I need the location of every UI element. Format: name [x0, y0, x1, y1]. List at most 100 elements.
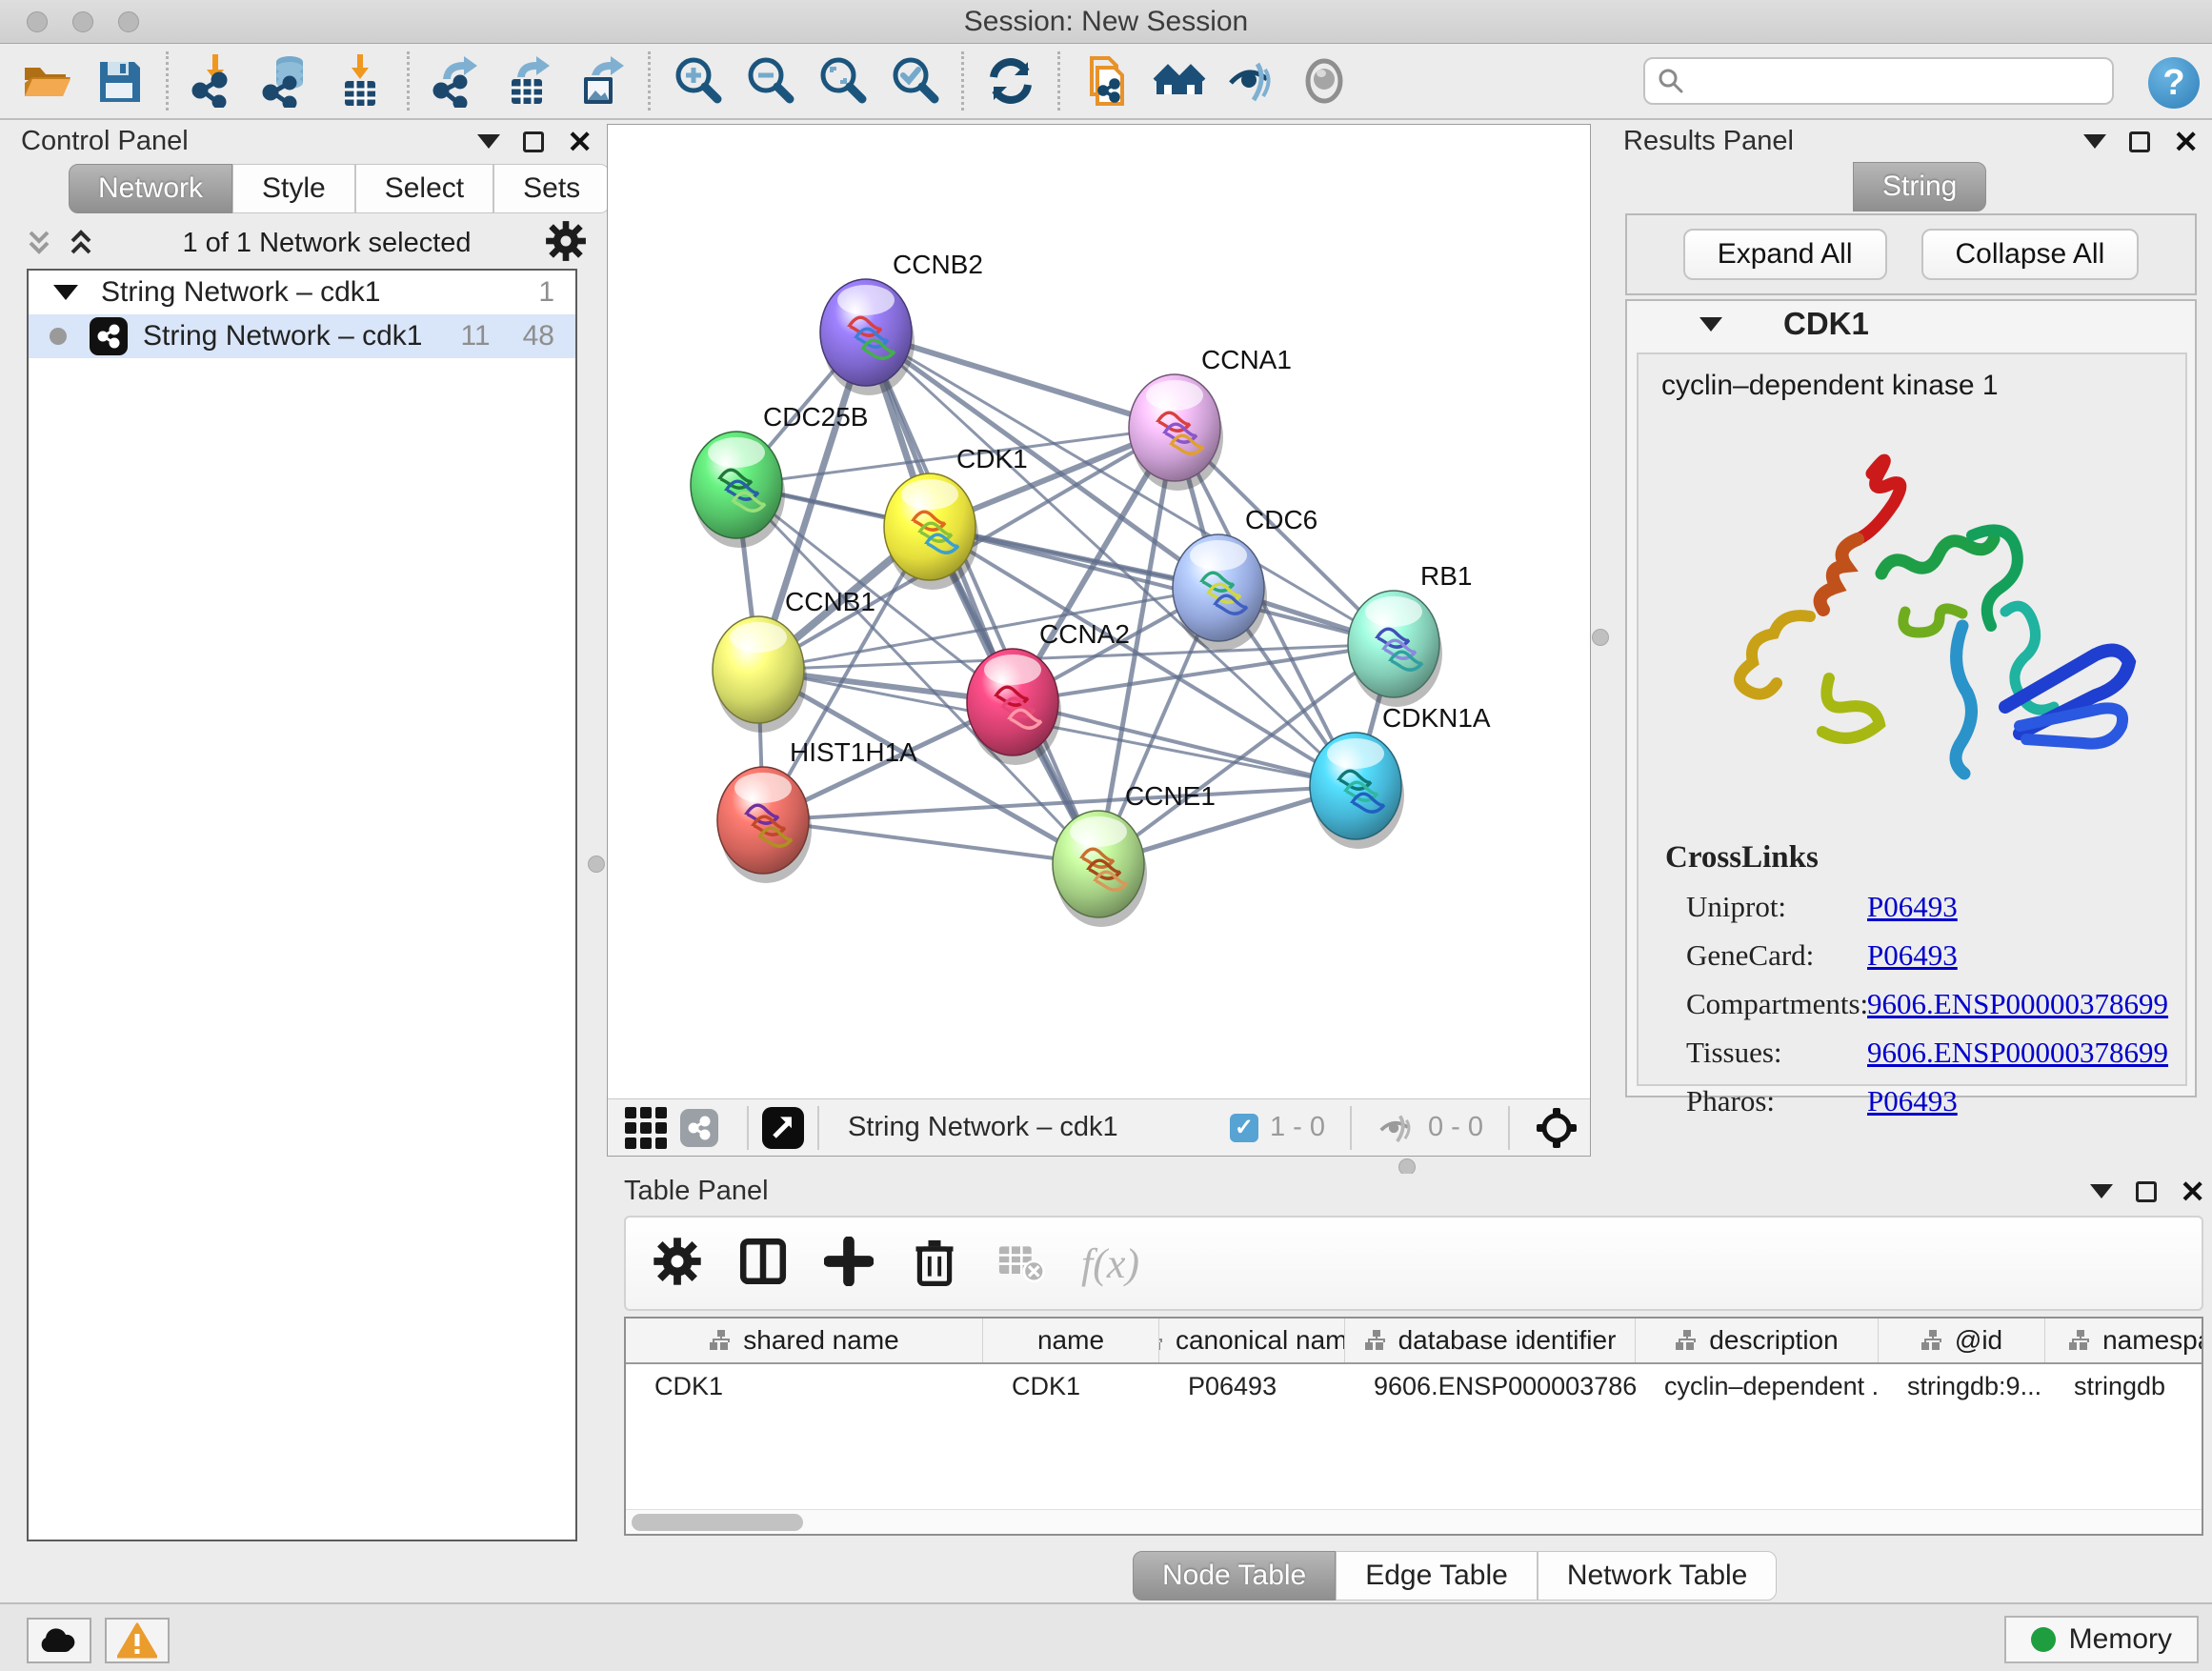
zoom-fit-button[interactable]	[813, 51, 872, 111]
search-input[interactable]	[1693, 59, 2112, 103]
column-header-canonical-name[interactable]: canonical name	[1159, 1319, 1345, 1362]
close-panel-icon[interactable]: ✕	[2180, 1177, 2205, 1207]
network-node-hist1h1a[interactable]: HIST1H1A	[717, 737, 917, 883]
detach-view-icon[interactable]	[762, 1107, 804, 1149]
right-splitter-handle[interactable]	[1592, 629, 1609, 646]
maximize-window-button[interactable]	[118, 11, 139, 32]
warning-status-button[interactable]	[105, 1618, 170, 1663]
cloud-status-button[interactable]	[27, 1618, 91, 1663]
tab-style[interactable]: Style	[232, 164, 355, 213]
export-table-button[interactable]	[499, 51, 558, 111]
compartments-link[interactable]: 9606.ENSP00000378699	[1867, 987, 2168, 1021]
help-button[interactable]: ?	[2148, 57, 2200, 109]
home-button[interactable]	[1150, 51, 1209, 111]
float-panel-icon[interactable]	[2136, 1181, 2157, 1202]
delete-column-icon[interactable]	[910, 1237, 959, 1291]
tissues-link[interactable]: 9606.ENSP00000378699	[1867, 1036, 2168, 1070]
hierarchy-icon	[2068, 1329, 2093, 1352]
gene-expander-icon[interactable]	[1699, 317, 1722, 332]
eye-button[interactable]	[1295, 51, 1354, 111]
tab-select[interactable]: Select	[355, 164, 493, 213]
column-header-shared-name[interactable]: shared name	[626, 1319, 983, 1362]
scrollbar-thumb[interactable]	[632, 1514, 803, 1531]
tab-string[interactable]: String	[1853, 162, 1986, 211]
zoom-out-button[interactable]	[740, 51, 799, 111]
panel-menu-icon[interactable]	[2090, 1184, 2113, 1198]
close-window-button[interactable]	[27, 11, 48, 32]
tab-node-table[interactable]: Node Table	[1133, 1551, 1336, 1601]
tab-network-table[interactable]: Network Table	[1538, 1551, 1778, 1601]
close-panel-icon[interactable]: ✕	[567, 127, 593, 157]
network-node-rb1[interactable]: RB1	[1348, 561, 1472, 707]
uniprot-link[interactable]: P06493	[1867, 890, 1958, 924]
collapse-all-button[interactable]: Collapse All	[1921, 229, 2140, 280]
network-edge[interactable]	[763, 820, 1098, 864]
network-edge[interactable]	[866, 332, 1098, 864]
panel-menu-icon[interactable]	[477, 134, 500, 149]
save-session-button[interactable]	[90, 51, 149, 111]
column-header--id[interactable]: @id	[1879, 1319, 2045, 1362]
panel-menu-icon[interactable]	[2083, 134, 2106, 149]
network-view-title: String Network – cdk1	[848, 1112, 1118, 1143]
collapse-all-networks-icon[interactable]	[25, 227, 53, 259]
hide-unhide-button[interactable]	[1222, 51, 1281, 111]
network-options-gear-icon[interactable]	[545, 220, 587, 267]
minimize-window-button[interactable]	[72, 11, 93, 32]
node-table[interactable]: shared namenamecanonical namedatabase id…	[624, 1317, 2203, 1536]
column-header-name[interactable]: name	[983, 1319, 1159, 1362]
network-node-ccna1[interactable]: CCNA1	[1129, 345, 1292, 491]
left-splitter-handle[interactable]	[588, 856, 605, 873]
network-overview-icon[interactable]	[680, 1109, 718, 1147]
float-panel-icon[interactable]	[523, 131, 544, 152]
network-node-cdk1[interactable]: CDK1	[884, 444, 1028, 590]
birds-eye-toggle-icon[interactable]	[1535, 1106, 1579, 1150]
table-cell[interactable]: P06493	[1159, 1372, 1345, 1401]
import-network-file-button[interactable]	[186, 51, 245, 111]
zoom-in-button[interactable]	[668, 51, 727, 111]
refresh-button[interactable]	[981, 51, 1040, 111]
table-cell[interactable]: stringdb	[2045, 1372, 2203, 1401]
import-table-file-button[interactable]	[331, 51, 390, 111]
float-panel-icon[interactable]	[2129, 131, 2150, 152]
table-cell[interactable]: stringdb:9...	[1879, 1372, 2045, 1401]
network-canvas[interactable]: CCNB2CCNA1CDC25BCDK1CDC6RB1CCNB1CCNA2CDK…	[608, 125, 1590, 1098]
network-node-ccna2[interactable]: CCNA2	[967, 619, 1130, 765]
import-network-database-button[interactable]	[258, 51, 317, 111]
selected-nodes-checkbox[interactable]: ✓	[1230, 1114, 1258, 1142]
copy-network-button[interactable]	[1077, 51, 1136, 111]
create-column-icon[interactable]	[824, 1237, 874, 1291]
gene-section-header[interactable]: CDK1	[1627, 301, 2195, 347]
zoom-selected-button[interactable]	[885, 51, 944, 111]
collection-expander-icon[interactable]	[53, 285, 78, 300]
network-row[interactable]: String Network – cdk1 11 48	[29, 314, 575, 358]
network-node-ccnb1[interactable]: CCNB1	[713, 587, 875, 733]
close-panel-icon[interactable]: ✕	[2173, 127, 2199, 157]
tab-sets[interactable]: Sets	[493, 164, 610, 213]
table-cell[interactable]: CDK1	[626, 1372, 983, 1401]
table-cell[interactable]: 9606.ENSP00000378699	[1345, 1372, 1636, 1401]
table-cell[interactable]: cyclin–dependent ...	[1636, 1372, 1879, 1401]
pharos-link[interactable]: P06493	[1867, 1084, 1958, 1118]
network-node-cdc25b[interactable]: CDC25B	[691, 402, 868, 548]
column-header-namespace[interactable]: namespace	[2045, 1319, 2203, 1362]
memory-button[interactable]: Memory	[2004, 1616, 2199, 1663]
grid-view-icon[interactable]	[625, 1107, 667, 1149]
hierarchy-icon	[1159, 1329, 1166, 1352]
network-node-ccnb2[interactable]: CCNB2	[820, 250, 983, 395]
network-node-cdkn1a[interactable]: CDKN1A	[1310, 703, 1491, 849]
network-collection-row[interactable]: String Network – cdk1 1	[29, 271, 575, 314]
export-image-button[interactable]	[572, 51, 631, 111]
tab-edge-table[interactable]: Edge Table	[1336, 1551, 1538, 1601]
export-network-button[interactable]	[427, 51, 486, 111]
genecard-link[interactable]: P06493	[1867, 938, 1958, 973]
tab-network[interactable]: Network	[69, 164, 232, 213]
expand-all-button[interactable]: Expand All	[1683, 229, 1887, 280]
table-settings-gear-icon[interactable]	[653, 1237, 702, 1291]
table-horizontal-scrollbar[interactable]	[626, 1509, 2202, 1534]
table-cell[interactable]: CDK1	[983, 1372, 1159, 1401]
column-header-description[interactable]: description	[1636, 1319, 1879, 1362]
open-session-button[interactable]	[17, 51, 76, 111]
column-header-database-identifier[interactable]: database identifier	[1345, 1319, 1636, 1362]
show-columns-icon[interactable]	[738, 1237, 788, 1291]
expand-all-networks-icon[interactable]	[67, 227, 95, 259]
